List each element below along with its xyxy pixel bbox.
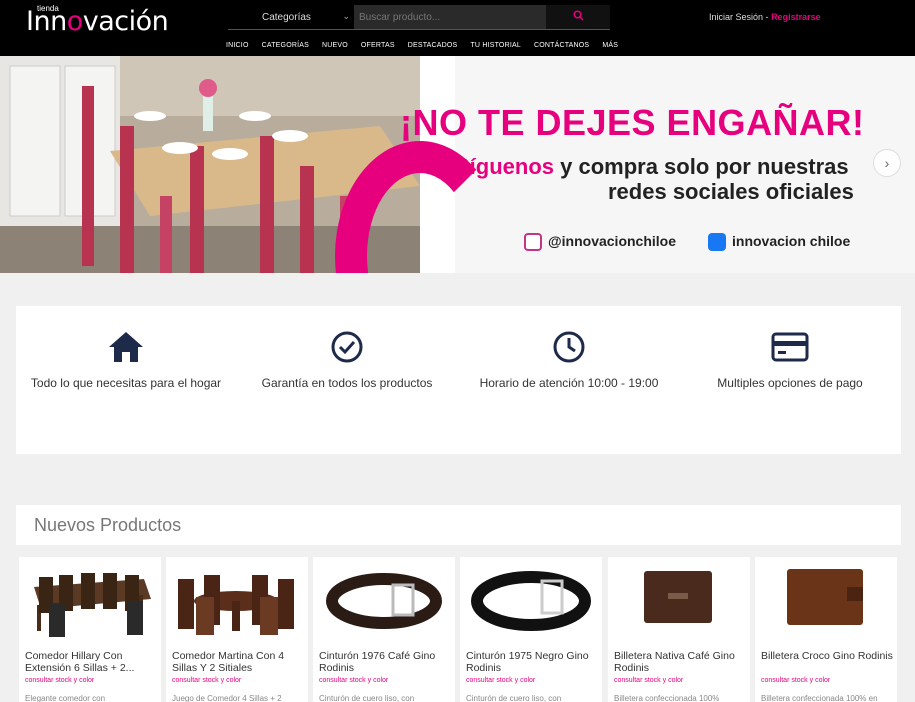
product-card[interactable]: Cinturón 1976 Café Gino Rodinis consulta… (313, 557, 455, 702)
banner-subtitle-line2: redes sociales oficiales (608, 179, 854, 204)
product-desc: Cinturón de cuero liso, con (319, 694, 415, 702)
product-name[interactable]: Cinturón 1976 Café Gino Rodinis (319, 650, 451, 674)
search-icon (572, 10, 584, 21)
search-button[interactable] (546, 5, 610, 29)
nav-item-ofertas[interactable]: OFERTAS (361, 42, 395, 49)
home-icon (109, 332, 143, 362)
register-link[interactable]: Registrarse (771, 12, 821, 22)
product-image (644, 571, 712, 623)
product-desc: Elegante comedor con (25, 694, 106, 702)
new-products-header: Nuevos Productos (16, 505, 901, 545)
credit-card-icon (771, 332, 809, 362)
feature-pago: Multiples opciones de pago (690, 330, 890, 390)
nav-item-inicio[interactable]: INICIO (226, 42, 249, 49)
product-stock: consultar stock y color (172, 677, 242, 684)
auth-separator: - (765, 12, 769, 22)
search-bar: Categorías ⌄ (228, 5, 610, 30)
features-panel: Todo lo que necesitas para el hogar Gara… (16, 306, 901, 454)
feature-garantia: Garantía en todos los productos (247, 330, 447, 390)
nav-item-categorias[interactable]: CATEGORÍAS (262, 42, 309, 49)
chevron-down-icon: ⌄ (342, 11, 350, 21)
product-desc: Juego de Comedor 4 Sillas + 2 (172, 694, 282, 702)
chevron-right-icon: › (884, 155, 890, 171)
product-image (34, 573, 151, 637)
product-name[interactable]: Billetera Croco Gino Rodinis (761, 650, 893, 662)
carousel-next-button[interactable]: › (873, 149, 901, 177)
instagram-handle[interactable]: @innovacionchiloe (524, 233, 676, 252)
nav-item-mas[interactable]: MÁS (602, 42, 618, 49)
nav-item-nuevo[interactable]: NUEVO (322, 42, 348, 49)
clock-icon (553, 331, 585, 363)
product-card[interactable]: Billetera Croco Gino Rodinis consultar s… (755, 557, 897, 702)
product-image (178, 575, 294, 635)
product-name[interactable]: Billetera Nativa Café Gino Rodinis (614, 650, 746, 674)
nav-item-historial[interactable]: TU HISTORIAL (470, 42, 521, 49)
facebook-icon (708, 233, 726, 252)
product-card[interactable]: Cinturón 1975 Negro Gino Rodinis consult… (460, 557, 602, 702)
header: tienda Innovación Categorías ⌄ Iniciar S… (0, 0, 915, 56)
instagram-icon (524, 233, 542, 252)
search-input[interactable] (354, 5, 546, 29)
login-link[interactable]: Iniciar Sesión (709, 12, 763, 22)
facebook-handle[interactable]: innovacion chiloe (708, 233, 850, 252)
product-image (326, 573, 442, 629)
check-circle-icon (331, 331, 363, 363)
product-card[interactable]: Comedor Martina Con 4 Sillas Y 2 Sitiale… (166, 557, 308, 702)
logo-wordmark: Innovación (26, 6, 169, 37)
nav-item-contactanos[interactable]: CONTÁCTANOS (534, 42, 589, 49)
product-card[interactable]: Comedor Hillary Con Extensión 6 Sillas +… (19, 557, 161, 702)
banner-subtitle: Síguenos y compra solo por nuestras (455, 154, 849, 179)
hero-banner[interactable]: ¡NO TE DEJES ENGAÑAR! Síguenos y compra … (0, 56, 915, 273)
product-desc: Cinturón de cuero liso, con (466, 694, 562, 702)
product-name[interactable]: Cinturón 1975 Negro Gino Rodinis (466, 650, 598, 674)
feature-hogar: Todo lo que necesitas para el hogar (26, 330, 226, 390)
auth-links: Iniciar Sesión - Registrarse (709, 12, 821, 22)
nav-item-destacados[interactable]: DESTACADOS (408, 42, 458, 49)
product-stock: consultar stock y color (614, 677, 684, 684)
new-products-title: Nuevos Productos (34, 515, 182, 535)
product-image (471, 571, 591, 631)
banner-headline: ¡NO TE DEJES ENGAÑAR! (400, 102, 865, 143)
category-select[interactable]: Categorías ⌄ (228, 5, 354, 29)
product-stock: consultar stock y color (319, 677, 389, 684)
product-stock: consultar stock y color (25, 677, 95, 684)
product-name[interactable]: Comedor Martina Con 4 Sillas Y 2 Sitiale… (172, 650, 304, 674)
main-nav: INICIO CATEGORÍAS NUEVO OFERTAS DESTACADOS TU… (226, 42, 631, 49)
category-select-label: Categorías (262, 12, 311, 23)
product-stock: consultar stock y color (761, 677, 831, 684)
product-image (787, 569, 863, 625)
product-stock: consultar stock y color (466, 677, 536, 684)
product-desc: Billetera confeccionada 100% en (761, 694, 878, 702)
product-desc: Billetera confeccionada 100% (614, 694, 720, 702)
product-card[interactable]: Billetera Nativa Café Gino Rodinis consu… (608, 557, 750, 702)
product-name[interactable]: Comedor Hillary Con Extensión 6 Sillas +… (25, 650, 157, 674)
feature-horario: Horario de atención 10:00 - 19:00 (469, 330, 669, 390)
